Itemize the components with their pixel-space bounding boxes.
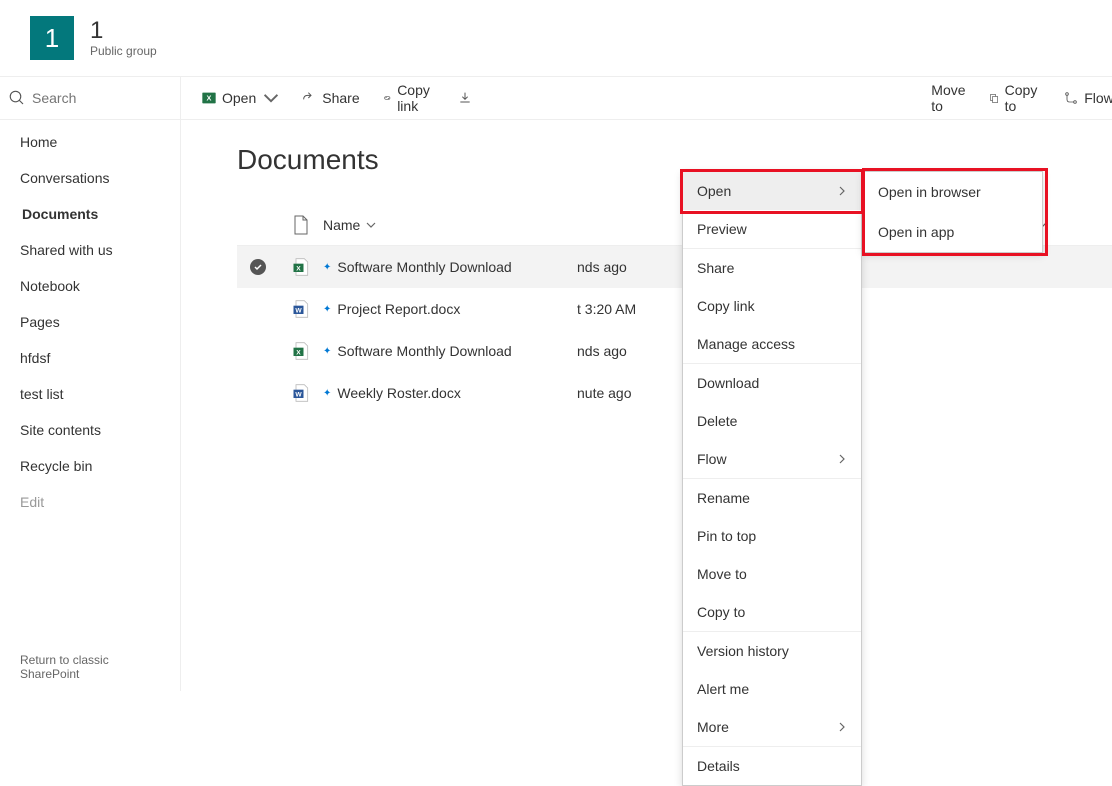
cmd-download[interactable] [449,77,481,119]
menu-share[interactable]: Share [683,248,861,287]
flow-icon [1063,90,1079,106]
nav-notebook[interactable]: Notebook [0,268,180,304]
file-name: Weekly Roster.docx [337,385,460,401]
menu-pin[interactable]: Pin to top [683,517,861,555]
nav-conversations[interactable]: Conversations [0,160,180,196]
cmd-share[interactable]: Share [293,77,367,119]
new-indicator-icon: ✦ [323,346,331,357]
table-row[interactable]: W ✦Project Report.docx t 3:20 AM Tarun L [237,288,1112,330]
site-title: 1 [90,18,157,44]
cmd-copyto[interactable]: Copy to [980,77,1050,119]
download-icon [457,90,473,106]
menu-version[interactable]: Version history [683,631,861,670]
excel-file-icon: X [291,257,311,277]
site-header: 1 1 Public group [0,0,1112,76]
nav-home[interactable]: Home [0,124,180,160]
chevron-down-icon [263,90,279,106]
chevron-right-icon [837,454,847,464]
svg-text:X: X [296,265,301,272]
menu-open[interactable]: Open [683,172,861,210]
cmd-copylink[interactable]: Copy link [374,77,444,119]
search-box[interactable] [0,76,180,120]
new-indicator-icon: ✦ [323,262,331,273]
new-indicator-icon: ✦ [323,388,331,399]
cmd-moveto[interactable]: Move to [923,77,973,119]
word-file-icon: W [291,299,311,319]
nav-shared[interactable]: Shared with us [0,232,180,268]
site-subtitle: Public group [90,44,157,58]
excel-file-icon: X [291,341,311,361]
link-icon [382,90,393,106]
menu-alert[interactable]: Alert me [683,670,861,708]
menu-copylink[interactable]: Copy link [683,287,861,325]
svg-text:W: W [295,307,302,314]
new-indicator-icon: ✦ [323,304,331,315]
menu-moveto[interactable]: Move to [683,555,861,593]
command-bar: X Open Share Copy link Move to Copy to [181,76,1112,120]
classic-link[interactable]: Return to classic SharePoint [0,643,180,691]
nav-documents[interactable]: Documents [0,196,180,232]
file-name: Project Report.docx [337,301,460,317]
menu-preview[interactable]: Preview [683,210,861,248]
nav-recyclebin[interactable]: Recycle bin [0,448,180,484]
menu-details[interactable]: Details [683,746,861,785]
menu-download[interactable]: Download [683,363,861,402]
left-nav: Home Conversations Documents Shared with… [0,120,180,643]
copy-icon [988,90,1000,106]
excel-icon: X [201,90,217,106]
chevron-right-icon [837,186,847,196]
chevron-down-icon [366,220,376,230]
nav-pages[interactable]: Pages [0,304,180,340]
word-file-icon: W [291,383,311,403]
search-icon [8,89,26,107]
nav-hfdsf[interactable]: hfdsf [0,340,180,376]
menu-rename[interactable]: Rename [683,478,861,517]
chevron-right-icon [837,722,847,732]
submenu-open-app[interactable]: Open in app [864,212,1042,252]
nav-testlist[interactable]: test list [0,376,180,412]
file-type-header-icon [293,215,309,235]
table-row[interactable]: W ✦Weekly Roster.docx nute ago Tarun L [237,372,1112,414]
context-menu: Open Preview Share Copy link Manage acce… [682,171,862,786]
site-icon: 1 [30,16,74,60]
nav-sitecontents[interactable]: Site contents [0,412,180,448]
menu-delete[interactable]: Delete [683,402,861,440]
svg-text:X: X [207,94,212,103]
svg-text:W: W [295,391,302,398]
table-row[interactable]: X ✦Software Monthly Download nds ago Tar… [237,330,1112,372]
menu-more[interactable]: More [683,708,861,746]
share-icon [301,90,317,106]
cmd-flow[interactable]: Flow [1055,77,1112,119]
open-submenu: Open in browser Open in app [863,171,1043,253]
cmd-open[interactable]: X Open [193,77,287,119]
menu-manage-access[interactable]: Manage access [683,325,861,363]
submenu-open-browser[interactable]: Open in browser [864,172,1042,212]
file-name: Software Monthly Download [337,343,511,359]
menu-flow[interactable]: Flow [683,440,861,478]
menu-copyto[interactable]: Copy to [683,593,861,631]
file-name: Software Monthly Download [337,259,511,275]
svg-text:X: X [296,349,301,356]
nav-edit[interactable]: Edit [0,484,180,520]
search-input[interactable] [32,90,172,106]
col-header-name[interactable]: Name [323,217,573,233]
row-selected-icon [250,259,266,275]
